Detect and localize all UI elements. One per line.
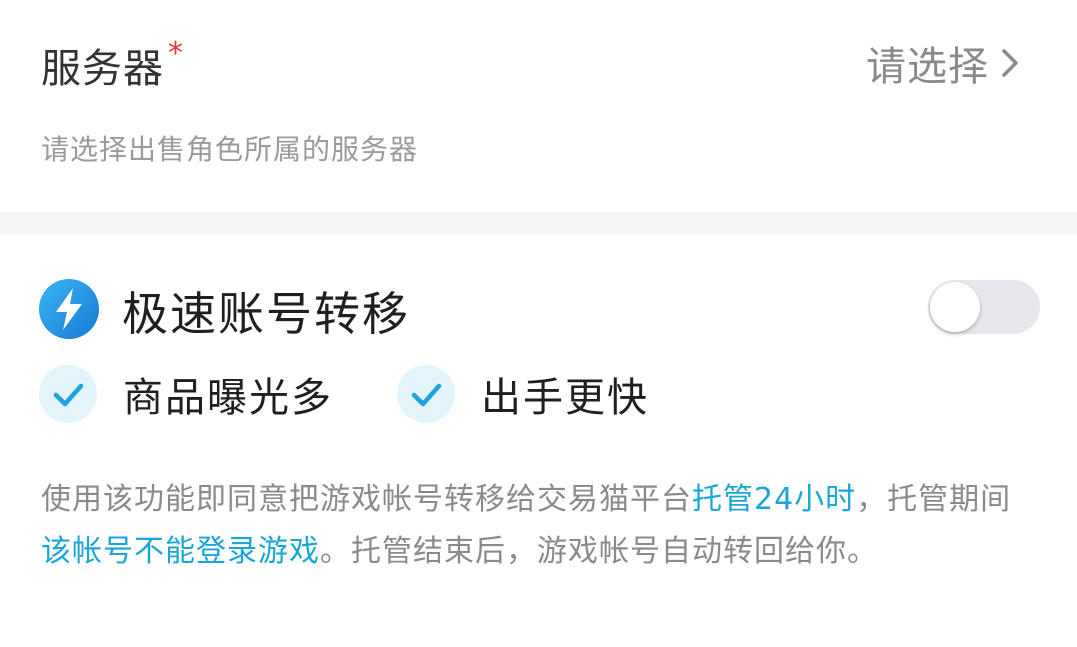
server-label: 服务器 * [41,36,184,94]
fast-transfer-row: 极速账号转移 [0,272,1077,342]
toggle-knob [930,282,980,332]
server-field: 服务器 * 请选择 请选择出售角色所属的服务器 [0,0,1077,166]
server-hint: 请选择出售角色所属的服务器 [41,133,419,166]
required-mark: * [168,36,184,71]
checkmark-icon [39,365,97,423]
fast-transfer-toggle[interactable] [928,280,1040,334]
server-select-button[interactable]: 请选择 [866,34,1025,92]
server-select-placeholder: 请选择 [866,44,989,90]
lightning-bolt-icon [39,279,99,339]
feature-label: 商品曝光多 [123,375,333,421]
server-label-text: 服务器 [41,46,164,92]
section-divider [0,212,1077,234]
transfer-notice: 使用该功能即同意把游戏帐号转移给交易猫平台托管24小时，托管期间该帐号不能登录游… [41,474,1031,578]
fast-transfer-title: 极速账号转移 [122,287,410,341]
feature-label: 出手更快 [481,375,649,421]
checkmark-icon [397,365,455,423]
notice-text: ，托管期间 [856,482,1012,517]
chevron-right-icon [1002,49,1018,77]
notice-highlight-duration: 托管24小时 [692,482,857,517]
notice-text: 使用该功能即同意把游戏帐号转移给交易猫平台 [41,482,692,517]
feature-item: 商品曝光多 [39,365,333,423]
feature-item: 出手更快 [397,365,649,423]
notice-text: 。托管结束后，游戏帐号自动转回给你。 [320,534,878,569]
feature-list: 商品曝光多 出手更快 [0,365,1077,435]
notice-highlight-restriction: 该帐号不能登录游戏 [41,534,320,569]
